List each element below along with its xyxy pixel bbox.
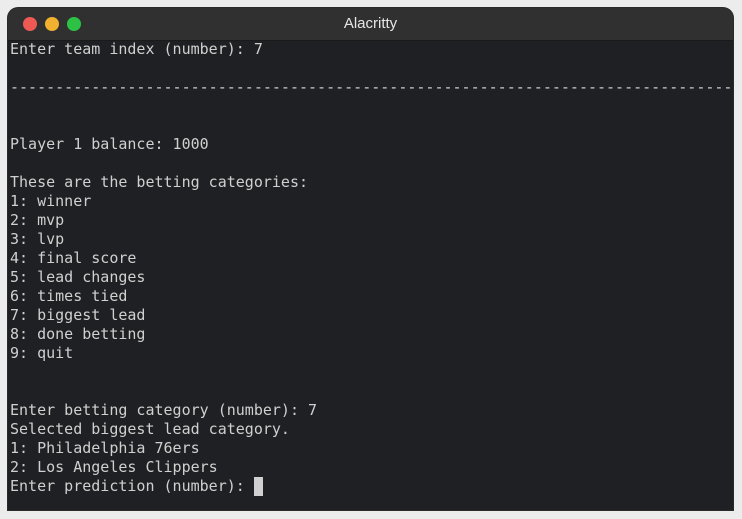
balance-line: Player 1 balance: 1000 <box>10 135 209 153</box>
terminal-output[interactable]: Enter team index (number): 7 -----------… <box>10 40 733 510</box>
category-item: 6: times tied <box>10 287 128 305</box>
prompt-line[interactable]: Enter prediction (number): <box>10 477 263 496</box>
category-item: 2: mvp <box>10 211 65 229</box>
team-option: 1: Philadelphia 76ers <box>10 439 200 457</box>
text-cursor <box>253 477 263 496</box>
team-option: 2: Los Angeles Clippers <box>10 458 218 476</box>
categories-header: These are the betting categories: <box>10 173 309 191</box>
category-item: 3: lvp <box>10 230 65 248</box>
terminal-window: Alacritty Enter team index (number): 7 -… <box>8 8 733 510</box>
prompt-text: Enter prediction (number): <box>10 477 254 495</box>
category-item: 5: lead changes <box>10 268 146 286</box>
category-item: 7: biggest lead <box>10 306 146 324</box>
category-item: 1: winner <box>10 192 92 210</box>
category-item: 4: final score <box>10 249 137 267</box>
terminal-line: Selected biggest lead category. <box>10 420 290 438</box>
terminal-line: Enter betting category (number): 7 <box>10 401 318 419</box>
category-item: 8: done betting <box>10 325 146 343</box>
window-title: Alacritty <box>343 15 398 32</box>
separator-line: ----------------------------------------… <box>10 78 733 96</box>
title-bar[interactable]: Alacritty <box>8 8 733 41</box>
terminal-line: Enter team index (number): 7 <box>10 40 263 58</box>
category-item: 9: quit <box>10 344 74 362</box>
